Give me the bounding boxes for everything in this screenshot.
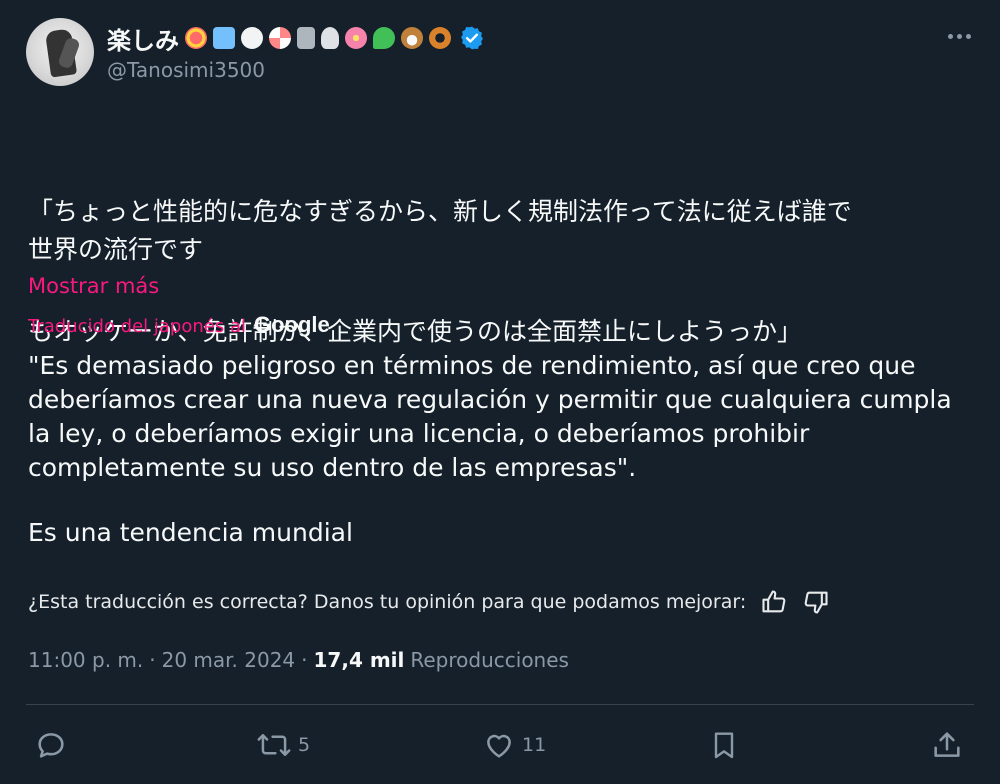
action-bar: 5 11 [0,722,1000,768]
feedback-prompt: ¿Esta traducción es correcta? Danos tu o… [28,591,747,613]
author-handle[interactable]: @Tanosimi3500 [107,58,265,82]
translated-text: "Es demasiado peligroso en términos de r… [28,349,978,485]
pretzel-emoji-icon [429,27,451,49]
reply-button[interactable] [34,722,74,768]
display-name[interactable]: 楽しみ [107,21,179,56]
tweet-meta: 11:00 p. m. · 20 mar. 2024 · 17,4 mil Re… [28,648,569,672]
share-icon [934,732,960,757]
share-button[interactable] [930,722,964,768]
tweet-date[interactable]: 20 mar. 2024 [162,648,296,672]
dot [956,33,962,39]
thumbs-up-icon[interactable] [760,588,788,616]
cherry-blossom-emoji-icon [345,27,367,49]
tweet-time[interactable]: 11:00 p. m. [28,648,143,672]
like-button[interactable]: 11 [482,722,546,768]
show-more-link[interactable]: Mostrar más [28,274,159,298]
translated-text-line: completamente su uso dentro de las empre… [28,453,637,482]
reply-icon [38,733,64,758]
lollipop-emoji-icon [185,27,207,49]
dog-emoji-icon [401,27,423,49]
tweet-text-paragraph: 世界の流行です [28,235,204,264]
divider [26,704,974,705]
retweet-count: 5 [298,734,311,756]
candy-emoji-icon [269,27,291,49]
bookmark-icon [714,732,734,759]
more-options-icon[interactable] [944,24,974,48]
roller-skate-emoji-icon [213,27,235,49]
jar-emoji-icon [297,27,315,49]
author-name-row[interactable]: 楽しみ [107,20,485,56]
shamrock-emoji-icon [373,27,395,49]
dot [947,33,953,39]
tweet-text-line: 「ちょっと性能的に危なすぎるから、新しく規制法作って法に従えば誰で [28,197,852,226]
translated-from-label: Traducido del japonés al [28,316,246,337]
translation-attribution: Traducido del japonés al Google [28,312,330,338]
ghost-emoji-icon [321,27,339,49]
retweet-button[interactable]: 5 [256,722,310,768]
bookmark-button[interactable] [708,722,740,768]
translated-text-line: deberíamos crear una nueva regulación y … [28,385,952,414]
thumbs-down-icon[interactable] [802,588,830,616]
retweet-icon [257,734,291,756]
meta-separator: · [149,648,156,672]
verified-badge-icon [461,26,483,50]
meta-separator: · [301,648,308,672]
sheep-emoji-icon [241,27,263,49]
views-label: Reproducciones [410,648,569,672]
avatar[interactable] [26,18,94,86]
google-logo: Google [253,312,330,337]
heart-icon [487,734,511,758]
translation-feedback: ¿Esta traducción es correcta? Danos tu o… [28,588,830,616]
views-count: 17,4 mil [313,648,405,672]
translated-text-line: "Es demasiado peligroso en términos de r… [28,351,916,380]
translated-text-line: la ley, o deberíamos exigir una licencia… [28,419,810,448]
like-count: 11 [522,734,547,756]
dot [965,33,971,39]
translated-text-paragraph: Es una tendencia mundial [28,518,353,547]
